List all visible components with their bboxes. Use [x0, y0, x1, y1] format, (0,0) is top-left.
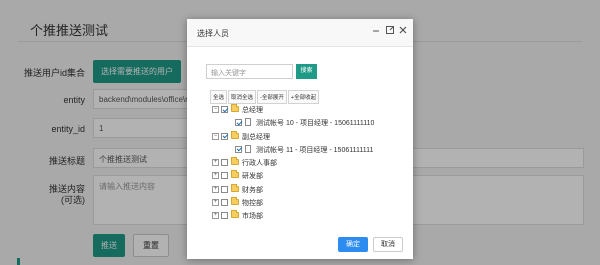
folder-icon: [231, 183, 239, 192]
ok-button[interactable]: 确定: [338, 237, 368, 252]
tree-folder-row[interactable]: + 财务部: [212, 183, 402, 196]
dialog-title: 选择人员: [197, 29, 229, 38]
select-all-button[interactable]: 全选: [210, 90, 228, 104]
folder-icon: [231, 197, 239, 206]
tree-checkbox[interactable]: [221, 172, 228, 180]
tree-node-label: 市场部: [242, 213, 263, 221]
tree-user-row[interactable]: 测试帐号 11 - 项目经理 - 15061111111: [212, 143, 402, 156]
tree-user-row[interactable]: 测试帐号 10 - 项目经理 - 15061111110: [212, 116, 402, 129]
tree-checkbox[interactable]: [221, 132, 228, 140]
tree-checkbox[interactable]: [221, 199, 228, 207]
tree-node-label: 行政人事部: [242, 160, 277, 168]
search-button[interactable]: 搜索: [296, 64, 317, 79]
user-file-icon: [245, 144, 251, 153]
tree-toolbar: 全选 取消全选 -全部展开 +全部收起: [210, 86, 320, 104]
expand-node-icon[interactable]: +: [212, 199, 219, 207]
tree-folder-row[interactable]: − 副总经理: [212, 130, 402, 143]
cancel-button[interactable]: 取消: [373, 237, 403, 252]
collapse-node-icon[interactable]: −: [212, 132, 219, 140]
folder-icon: [231, 170, 239, 179]
tree-checkbox[interactable]: [221, 159, 228, 167]
folder-icon: [231, 104, 239, 112]
expand-all-button[interactable]: -全部展开: [257, 90, 287, 104]
tree-checkbox[interactable]: [235, 145, 242, 153]
tree-folder-row[interactable]: + 市场部: [212, 209, 402, 222]
search-input[interactable]: 输入关键字: [206, 64, 293, 79]
maximize-icon[interactable]: [383, 25, 397, 39]
expand-node-icon[interactable]: +: [212, 159, 219, 167]
dialog-header[interactable]: 选择人员: [187, 19, 413, 47]
tree-folder-row[interactable]: + 物控部: [212, 196, 402, 209]
dialog-body: 输入关键字 搜索 全选 取消全选 -全部展开 +全部收起 − 总经理测试帐号 10 - …: [187, 47, 413, 223]
collapse-all-button[interactable]: +全部收起: [287, 90, 320, 104]
expand-node-icon[interactable]: +: [212, 185, 219, 193]
tree-folder-row[interactable]: − 总经理: [212, 103, 402, 116]
expand-node-icon[interactable]: +: [212, 172, 219, 180]
tree-node-label: 财务部: [242, 186, 263, 194]
tree-folder-row[interactable]: + 行政人事部: [212, 156, 402, 169]
folder-icon: [231, 130, 239, 139]
user-file-icon: [245, 118, 251, 127]
close-icon[interactable]: [396, 25, 410, 39]
expand-node-icon[interactable]: +: [212, 212, 219, 220]
tree-node-label: 总经理: [242, 107, 263, 114]
tree-checkbox[interactable]: [221, 185, 228, 193]
tree-folder-row[interactable]: + 研发部: [212, 169, 402, 182]
tree-checkbox[interactable]: [221, 106, 228, 113]
tree-node-label: 副总经理: [242, 133, 270, 141]
collapse-node-icon[interactable]: −: [212, 106, 219, 113]
tree-node-label: 测试帐号 11 - 项目经理 - 15061111111: [256, 146, 374, 154]
tree-node-label: 研发部: [242, 173, 263, 181]
deselect-all-button[interactable]: 取消全选: [228, 90, 257, 104]
dialog-footer: 确定 取消: [187, 233, 413, 259]
tree-checkbox[interactable]: [235, 119, 242, 127]
tree-node-label: 测试帐号 10 - 项目经理 - 15061111110: [256, 120, 375, 128]
folder-icon: [231, 157, 239, 166]
select-users-dialog: 选择人员 输入关键字 搜索 全选 取消全选 -全部展开 +全部收起 − 总经理测试帐号 …: [187, 19, 413, 259]
tree-checkbox[interactable]: [221, 212, 228, 220]
minimize-icon[interactable]: [369, 25, 383, 39]
org-tree: − 总经理测试帐号 10 - 项目经理 - 15061111110 − 副总经理测试帐…: [212, 103, 402, 223]
tree-node-label: 物控部: [242, 200, 263, 208]
folder-icon: [231, 210, 239, 219]
